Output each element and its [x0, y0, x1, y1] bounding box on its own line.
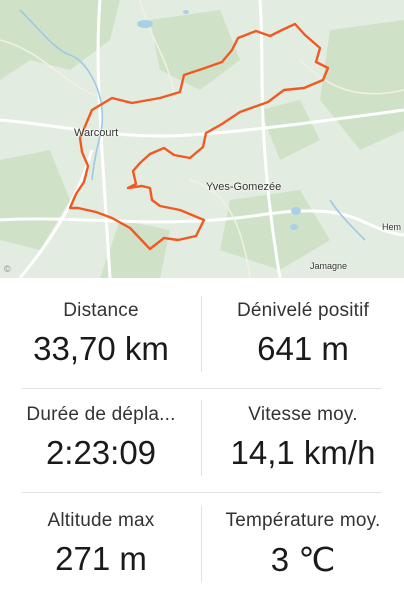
place-label-hem: Hem	[382, 222, 402, 232]
stat-distance: Distance 33,70 km	[0, 300, 202, 368]
place-label-warcourt: Warcourt	[74, 127, 119, 139]
place-label-yves-gomezee: Yves-Gomezée	[206, 181, 282, 193]
column-divider	[201, 400, 202, 476]
stat-value: 2:23:09	[45, 434, 157, 471]
stat-value: 14,1 km/h	[230, 434, 376, 471]
route-map[interactable]: Warcourt Yves-Gomezée Hem Jamagne ©	[0, 0, 404, 278]
stat-label: Température moy.	[225, 510, 381, 531]
stat-average-speed: Vitesse moy. 14,1 km/h	[202, 404, 404, 472]
stat-value: 641 m	[257, 330, 349, 367]
stat-value: 3 ℃	[270, 541, 336, 578]
stat-elevation-gain: Dénivelé positif 641 m	[202, 300, 404, 368]
map-attribution-icon[interactable]: ©	[4, 264, 11, 274]
column-divider	[201, 506, 202, 582]
stat-value: 271 m	[55, 540, 147, 577]
stat-label: Distance	[63, 300, 139, 321]
stat-max-altitude: Altitude max 271 m	[0, 510, 202, 578]
stat-moving-time: Durée de dépla... 2:23:09	[0, 404, 202, 472]
stat-label: Durée de dépla...	[26, 404, 176, 425]
stat-label: Altitude max	[47, 510, 155, 531]
stat-average-temperature: Température moy. 3 ℃	[202, 510, 404, 579]
column-divider	[201, 296, 202, 372]
stat-label: Dénivelé positif	[236, 300, 370, 321]
activity-stats: Distance 33,70 km Dénivelé positif 641 m…	[0, 278, 404, 612]
stat-label: Vitesse moy.	[248, 404, 358, 425]
place-label-jamagne: Jamagne	[310, 261, 348, 271]
map-canvas	[0, 0, 404, 278]
map-vegetation	[0, 0, 404, 278]
row-divider	[22, 492, 382, 493]
stat-value: 33,70 km	[33, 330, 169, 367]
row-divider	[22, 388, 382, 389]
